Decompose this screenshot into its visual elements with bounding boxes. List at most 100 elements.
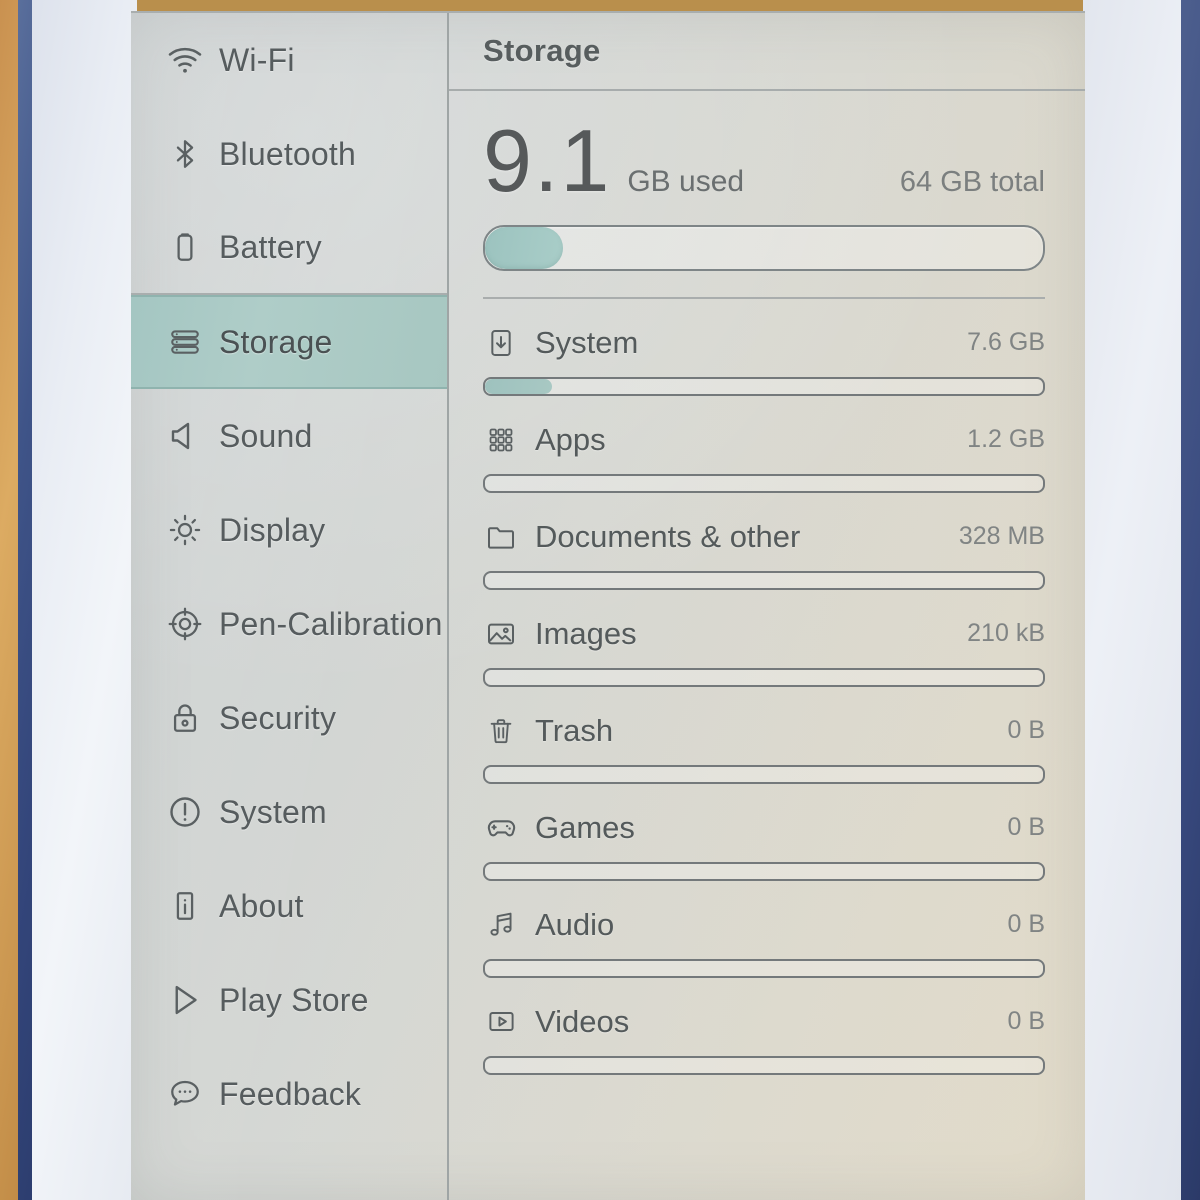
list-item[interactable]: Audio 0 B: [483, 881, 1045, 978]
category-progress-bar: [483, 667, 1045, 687]
sidebar-item-battery[interactable]: Battery: [131, 201, 447, 295]
sidebar-item-label: Pen-Calibration: [219, 605, 443, 642]
used-unit: GB used: [627, 165, 745, 198]
sidebar-item-label: Bluetooth: [219, 135, 357, 172]
page-title: Storage: [449, 13, 1085, 91]
sidebar-item-play-store[interactable]: Play Store: [131, 953, 447, 1047]
sidebar-item-system[interactable]: System: [131, 765, 447, 859]
category-label: Images: [535, 615, 637, 651]
folder-icon: [483, 519, 519, 555]
image-icon: [483, 616, 519, 652]
category-progress-bar: [483, 764, 1045, 784]
trash-icon: [483, 713, 519, 749]
storage-category-list: System 7.6 GB Apps 1.2 GB Documents & ot…: [449, 299, 1085, 1075]
category-size: 0 B: [1007, 1007, 1045, 1036]
sidebar-item-sound[interactable]: Sound: [131, 389, 447, 483]
page-title-text: Storage: [483, 33, 601, 68]
category-header: Documents & other 328 MB: [483, 519, 1045, 555]
storage-summary-row: 9.1 GB used 64 GB total: [483, 111, 1045, 210]
category-progress-bar: [483, 1055, 1045, 1075]
list-item[interactable]: System 7.6 GB: [483, 299, 1045, 396]
category-size: 0 B: [1007, 716, 1045, 745]
sidebar-item-display[interactable]: Display: [131, 483, 447, 577]
sidebar-item-label: Display: [219, 511, 326, 548]
total-usage-progress-fill: [485, 226, 564, 269]
tablet-bezel-right: [1083, 0, 1185, 1200]
gamepad-icon: [483, 810, 519, 846]
category-label: Documents & other: [535, 518, 801, 554]
exclamation-circle-icon: [165, 792, 205, 832]
used-value: 9.1: [483, 111, 612, 210]
sidebar-item-label: Sound: [219, 417, 313, 454]
battery-icon: [165, 227, 205, 267]
sidebar-item-wifi[interactable]: Wi-Fi: [131, 13, 447, 107]
category-header: System 7.6 GB: [483, 325, 1045, 361]
wifi-icon: [165, 40, 205, 80]
tablet-bezel-left: [32, 0, 137, 1200]
sidebar-item-pen-calibration[interactable]: Pen-Calibration: [131, 577, 447, 671]
sidebar-item-label: Wi-Fi: [219, 41, 295, 78]
lock-icon: [165, 698, 205, 738]
list-item[interactable]: Images 210 kB: [483, 590, 1045, 687]
crosshair-icon: [165, 604, 205, 644]
speaker-icon: [165, 416, 205, 456]
apps-grid-icon: [483, 422, 519, 458]
info-icon: [165, 886, 205, 926]
video-play-icon: [483, 1004, 519, 1040]
category-progress-bar: [483, 958, 1045, 978]
category-label: Trash: [535, 712, 614, 748]
sidebar-item-label: System: [219, 793, 327, 830]
category-size: 210 kB: [967, 619, 1045, 648]
list-item[interactable]: Apps 1.2 GB: [483, 396, 1045, 493]
tablet-case-edge-right: [1181, 0, 1200, 1200]
category-header: Images 210 kB: [483, 616, 1045, 652]
play-triangle-icon: [165, 980, 205, 1020]
bluetooth-icon: [165, 134, 205, 174]
storage-panel: Storage 9.1 GB used 64 GB total System 7…: [449, 13, 1085, 1200]
sidebar-item-bluetooth[interactable]: Bluetooth: [131, 107, 447, 201]
category-size: 7.6 GB: [967, 328, 1045, 357]
sidebar-item-feedback[interactable]: Feedback: [131, 1047, 447, 1141]
eink-screen: Wi-Fi Bluetooth Battery Storage Sound Di…: [131, 11, 1085, 1200]
category-progress-bar: [483, 861, 1045, 881]
total-capacity-label: 64 GB total: [899, 166, 1045, 198]
category-header: Videos 0 B: [483, 1004, 1045, 1040]
sidebar-item-label: About: [219, 887, 304, 924]
sidebar-item-label: Battery: [219, 228, 322, 265]
storage-icon: [165, 322, 205, 362]
category-progress-bar: [483, 376, 1045, 396]
sidebar-item-label: Play Store: [219, 981, 369, 1018]
sidebar-item-security[interactable]: Security: [131, 671, 447, 765]
category-progress-bar: [483, 570, 1045, 590]
category-label: System: [535, 324, 639, 360]
sidebar-item-label: Storage: [219, 323, 333, 360]
music-note-icon: [483, 907, 519, 943]
category-label: Games: [535, 809, 635, 845]
category-label: Videos: [535, 1003, 630, 1039]
download-box-icon: [483, 325, 519, 361]
category-label: Apps: [535, 421, 606, 457]
photo-of-tablet: Wi-Fi Bluetooth Battery Storage Sound Di…: [0, 0, 1200, 1200]
settings-sidebar: Wi-Fi Bluetooth Battery Storage Sound Di…: [131, 13, 449, 1200]
list-item[interactable]: Games 0 B: [483, 784, 1045, 881]
list-item[interactable]: Documents & other 328 MB: [483, 493, 1045, 590]
sidebar-item-label: Security: [219, 699, 337, 736]
category-size: 0 B: [1007, 813, 1045, 842]
sidebar-item-storage[interactable]: Storage: [131, 295, 447, 389]
category-size: 1.2 GB: [967, 425, 1045, 454]
brightness-sun-icon: [165, 510, 205, 550]
chat-bubble-icon: [165, 1074, 205, 1114]
category-label: Audio: [535, 906, 615, 942]
list-item[interactable]: Trash 0 B: [483, 687, 1045, 784]
sidebar-item-about[interactable]: About: [131, 859, 447, 953]
category-progress-bar: [483, 473, 1045, 493]
category-header: Trash 0 B: [483, 713, 1045, 749]
category-size: 328 MB: [958, 522, 1045, 551]
category-size: 0 B: [1007, 910, 1045, 939]
list-item[interactable]: Videos 0 B: [483, 978, 1045, 1075]
storage-summary: 9.1 GB used 64 GB total: [449, 91, 1085, 299]
category-progress-fill: [485, 378, 552, 394]
category-header: Games 0 B: [483, 810, 1045, 846]
total-usage-progress-bar: [483, 224, 1045, 271]
sidebar-item-label: Feedback: [219, 1075, 362, 1112]
